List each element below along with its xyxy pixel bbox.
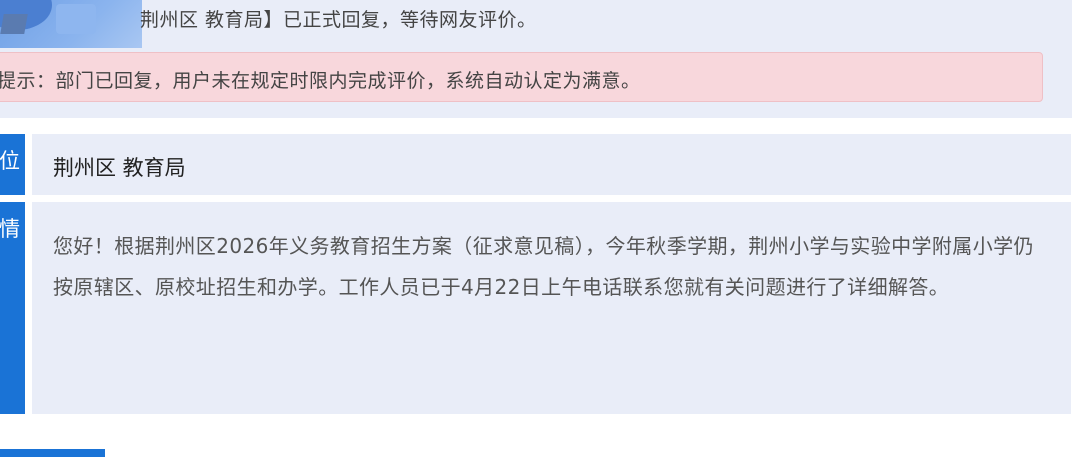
reply-unit-label: 位 [0, 134, 25, 195]
reply-unit-row: 荆州区 教育局 [32, 134, 1071, 195]
next-section-tab [0, 449, 105, 457]
reply-content-label: 情 [0, 202, 25, 414]
reply-content-label-text: 情 [0, 217, 20, 241]
status-message: 荆州区 教育局】已正式回复，等待网友评价。 [140, 9, 537, 31]
notice-alert: 提示：部门已回复，用户未在规定时限内完成评价，系统自动认定为满意。 [0, 52, 1043, 102]
reply-unit-value: 荆州区 教育局 [53, 156, 186, 180]
reply-content-text: 您好！根据荆州区2026年义务教育招生方案（征求意见稿），今年秋季学期，荆州小学… [53, 234, 1034, 299]
notice-text: 提示：部门已回复，用户未在规定时限内完成评价，系统自动认定为满意。 [0, 70, 641, 92]
status-illustration [0, 0, 142, 48]
reply-content-row: 您好！根据荆州区2026年义务教育招生方案（征求意见稿），今年秋季学期，荆州小学… [32, 202, 1071, 414]
reply-detail-page: 荆州区 教育局】已正式回复，等待网友评价。 提示：部门已回复，用户未在规定时限内… [0, 0, 1080, 457]
status-panel: 荆州区 教育局】已正式回复，等待网友评价。 提示：部门已回复，用户未在规定时限内… [0, 0, 1072, 118]
reply-unit-label-text: 位 [0, 149, 20, 173]
